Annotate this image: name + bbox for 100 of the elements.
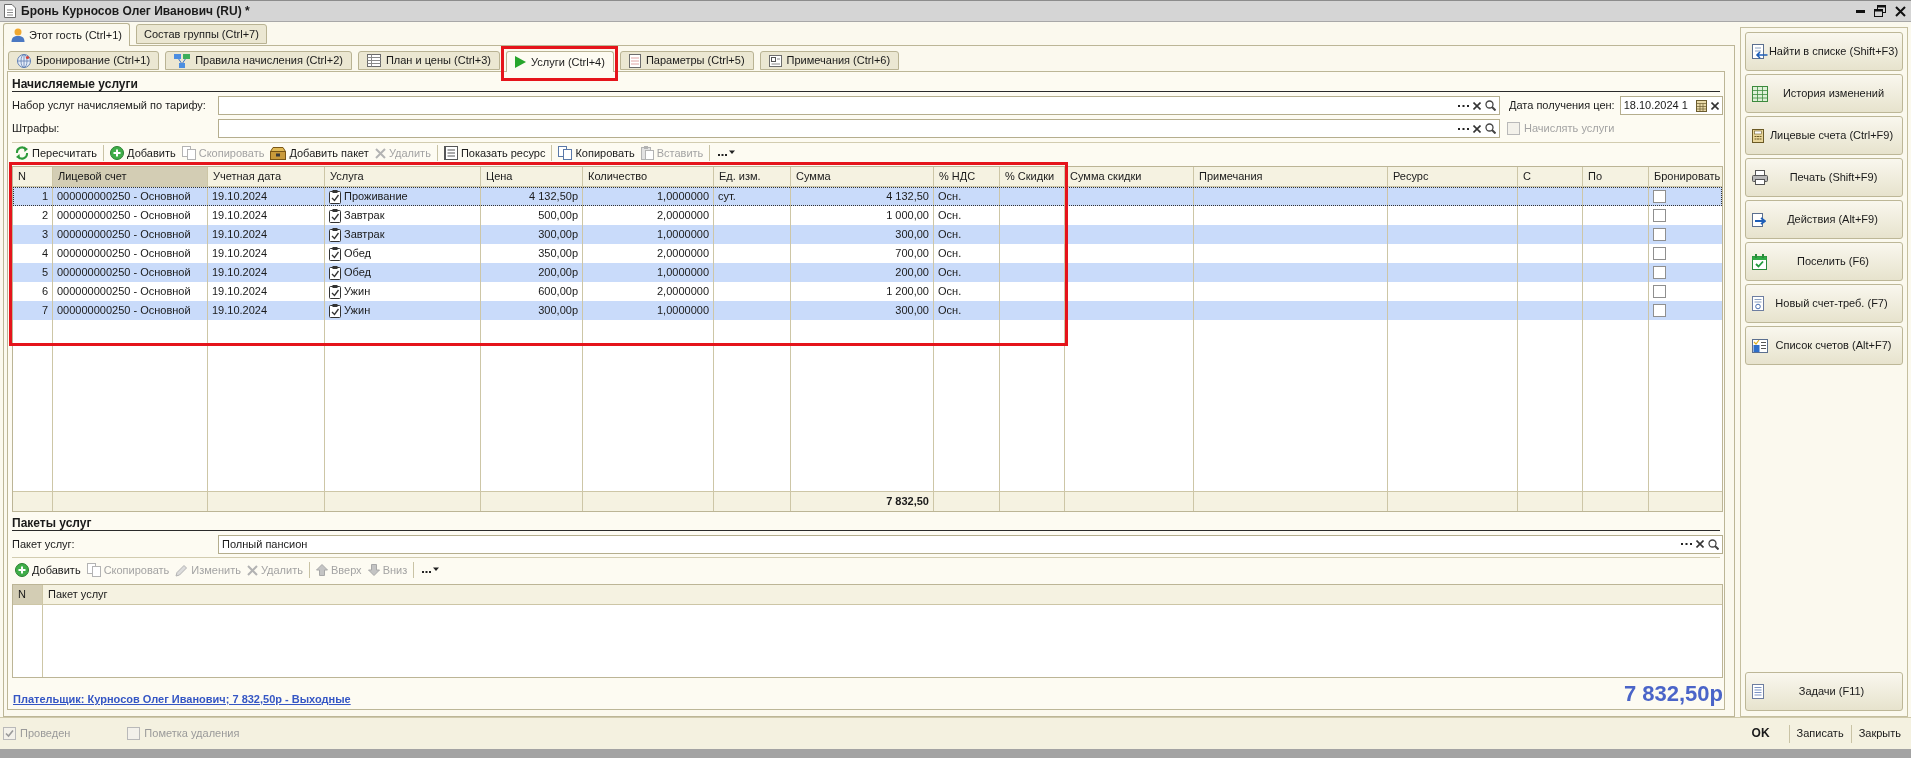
search-icon[interactable]: [1708, 538, 1719, 550]
list-icon: [443, 146, 458, 160]
input-field[interactable]: Полный пансион: [218, 534, 1723, 554]
search-icon[interactable]: [1485, 100, 1496, 111]
copy-icon: [86, 563, 101, 577]
calendar-icon[interactable]: [1696, 99, 1707, 112]
side-button[interactable]: Новый счет-треб. (F7): [1745, 284, 1903, 323]
calculator-icon: [1752, 128, 1764, 143]
column-header[interactable]: N: [13, 585, 43, 604]
column-header[interactable]: Бронировать: [1649, 167, 1726, 186]
checklist-icon: [329, 227, 341, 242]
checklist-icon: [329, 265, 341, 280]
tab[interactable]: Примечания (Ctrl+6): [759, 51, 900, 70]
checkbox[interactable]: [1653, 266, 1666, 279]
calendar-check-icon: [1752, 253, 1767, 270]
column-header[interactable]: По: [1583, 167, 1649, 186]
dialog-button[interactable]: Записать: [1789, 722, 1851, 745]
column-header[interactable]: Услуга: [325, 167, 481, 186]
more-icon[interactable]: [718, 150, 736, 156]
column-header[interactable]: Ресурс: [1388, 167, 1518, 186]
toolbar-button[interactable]: Добавить: [107, 144, 179, 162]
search-icon[interactable]: [1485, 123, 1496, 134]
input-field[interactable]: 18.10.2024 1: [1619, 96, 1723, 115]
payer-link[interactable]: Плательщик: Курносов Олег Иванович; 7 832,50р - Выходные: [13, 693, 351, 706]
checkbox-label: Проведен: [20, 727, 71, 740]
table-row[interactable]: 1 000000000250 - Основной 19.10.2024 Проживание 4 132,50р 1,0000000 сут. 4 132,50 Осн.: [13, 187, 1722, 206]
section-title: Начисляемые услуги: [12, 77, 138, 91]
copy-icon: [181, 146, 196, 160]
column-header[interactable]: Учетная дата: [208, 167, 325, 186]
checkbox[interactable]: [1653, 190, 1666, 203]
column-header[interactable]: Примечания: [1194, 167, 1388, 186]
dialog-button[interactable]: Закрыть: [1851, 722, 1908, 745]
tab[interactable]: Правила начисления (Ctrl+2): [165, 51, 352, 70]
toolbar-button[interactable]: Копировать: [555, 144, 638, 162]
column-header[interactable]: % НДС: [934, 167, 1000, 186]
document-list-icon: [1752, 684, 1764, 699]
tab[interactable]: Состав группы (Ctrl+7): [136, 24, 267, 44]
table-row[interactable]: 5 000000000250 - Основной 19.10.2024 Обед 200,00р 1,0000000 200,00 Осн.: [13, 263, 1722, 282]
side-button[interactable]: Найти в списке (Shift+F3): [1745, 32, 1903, 71]
window-title: Бронь Курносов Олег Иванович (RU) *: [21, 4, 250, 18]
input-field[interactable]: [218, 119, 1500, 138]
copy-icon: [558, 146, 573, 160]
add-icon: [15, 563, 29, 577]
checkbox[interactable]: [1653, 304, 1666, 317]
checkbox[interactable]: [1653, 247, 1666, 260]
column-header[interactable]: Количество: [583, 167, 714, 186]
checkbox[interactable]: [1653, 228, 1666, 241]
side-button[interactable]: Печать (Shift+F9): [1745, 158, 1903, 197]
tab[interactable]: Параметры (Ctrl+5): [619, 51, 754, 70]
clear-icon[interactable]: [1711, 101, 1719, 110]
side-button[interactable]: Действия (Alt+F9): [1745, 200, 1903, 239]
toolbar-button[interactable]: Пересчитать: [12, 144, 101, 162]
close-icon[interactable]: [1895, 5, 1906, 17]
tab[interactable]: Бронирование (Ctrl+1): [8, 51, 160, 70]
checklist-icon: [329, 246, 341, 261]
grid-icon: [1752, 85, 1768, 102]
checklist-icon: [329, 284, 341, 299]
checkbox[interactable]: [1653, 285, 1666, 298]
column-header[interactable]: % Скидки: [1000, 167, 1065, 186]
column-header[interactable]: Сумма скидки: [1065, 167, 1194, 186]
column-header[interactable]: Цена: [481, 167, 583, 186]
ellipsis-icon[interactable]: [1458, 127, 1469, 130]
list-arrow-icon: [1752, 43, 1768, 60]
checkbox-label: Начислять услуги: [1524, 122, 1615, 135]
toolbar-button[interactable]: Добавить пакет: [267, 144, 372, 162]
table-cell: Обед: [344, 247, 372, 260]
table-cell: Осн.: [934, 301, 1000, 320]
side-button[interactable]: Поселить (F6): [1745, 242, 1903, 281]
column-header[interactable]: Лицевой счет: [53, 167, 208, 186]
column-header[interactable]: С: [1518, 167, 1583, 186]
column-header[interactable]: Ед. изм.: [714, 167, 791, 186]
minimize-icon[interactable]: [1856, 9, 1865, 13]
table-row[interactable]: 7 000000000250 - Основной 19.10.2024 Ужин 300,00р 1,0000000 300,00 Осн.: [13, 301, 1722, 320]
toolbar-button[interactable]: Добавить: [12, 561, 84, 579]
column-header[interactable]: Пакет услуг: [43, 585, 1722, 604]
side-button[interactable]: Список счетов (Alt+F7): [1745, 326, 1903, 365]
ellipsis-icon[interactable]: [1458, 104, 1469, 107]
side-button[interactable]: Лицевые счета (Ctrl+F9): [1745, 116, 1903, 155]
clear-icon[interactable]: [1473, 124, 1481, 133]
tab[interactable]: Услуги (Ctrl+4): [506, 51, 614, 72]
table-row[interactable]: 3 000000000250 - Основной 19.10.2024 Завтрак 300,00р 1,0000000 300,00 Осн.: [13, 225, 1722, 244]
clear-icon[interactable]: [1696, 540, 1704, 548]
total-amount: 7 832,50р: [1623, 682, 1723, 706]
tab[interactable]: План и цены (Ctrl+3): [357, 51, 500, 70]
side-button[interactable]: Задачи (F11): [1745, 672, 1903, 711]
more-icon[interactable]: [422, 567, 440, 573]
input-field[interactable]: [218, 96, 1500, 115]
column-header[interactable]: Сумма: [791, 167, 934, 186]
checkbox[interactable]: [1653, 209, 1666, 222]
checklist-icon: [329, 189, 341, 204]
table-cell: 7: [13, 301, 53, 320]
field-label: Дата получения цен:: [1509, 99, 1615, 112]
side-button[interactable]: История изменений: [1745, 74, 1903, 113]
dialog-button[interactable]: OK: [1744, 722, 1777, 745]
clear-icon[interactable]: [1473, 101, 1481, 110]
tab[interactable]: Этот гость (Ctrl+1): [3, 23, 130, 46]
restore-icon[interactable]: [1874, 5, 1886, 17]
document-icon: [1752, 296, 1764, 311]
toolbar-button[interactable]: Показать ресурс: [440, 144, 549, 162]
arrow-up-icon: [315, 564, 328, 576]
